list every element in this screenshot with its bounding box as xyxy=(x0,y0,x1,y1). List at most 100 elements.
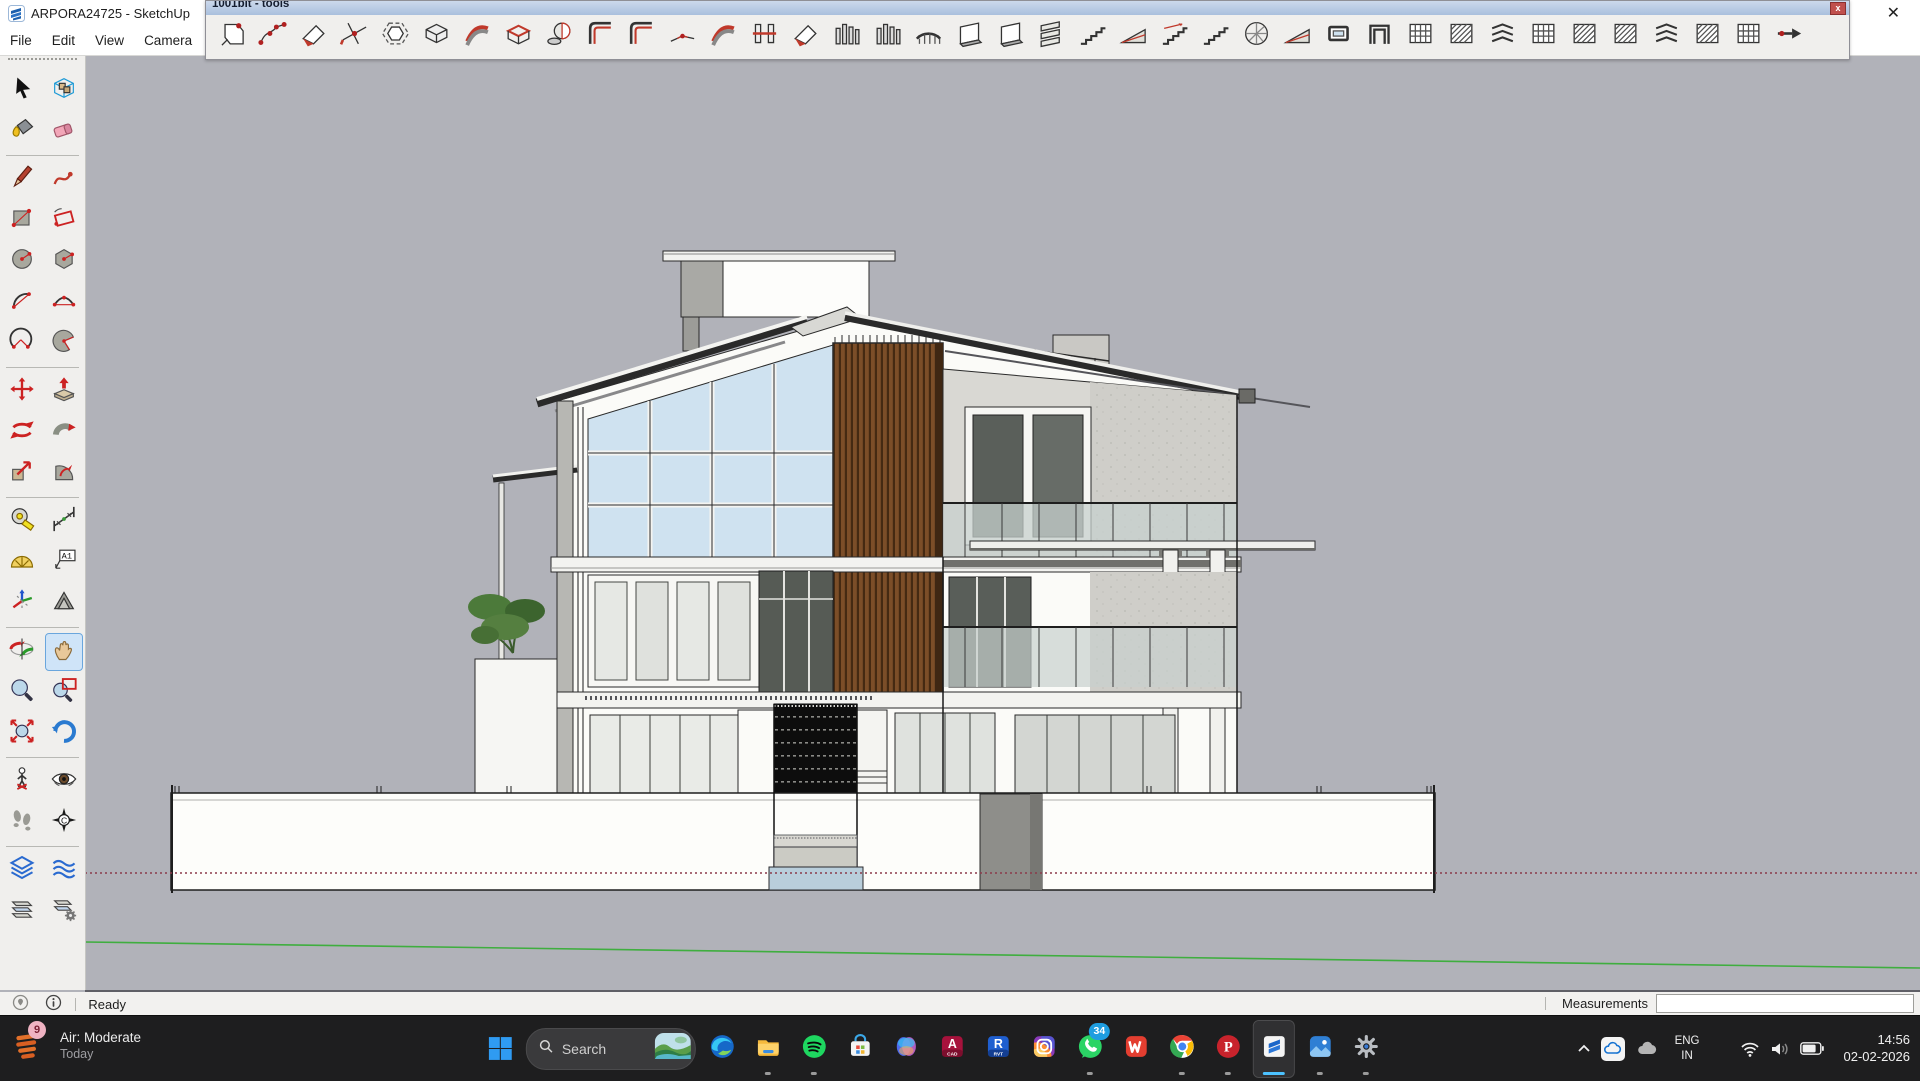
position-camera-tool-button[interactable] xyxy=(4,764,40,800)
1001bit-tool-11-button[interactable] xyxy=(622,17,660,55)
1001bit-tool-12-button[interactable] xyxy=(663,17,701,55)
1001bit-tool-31-button[interactable] xyxy=(1442,17,1480,55)
1001bit-tool-39-button[interactable] xyxy=(1770,17,1808,55)
waves-tool-button[interactable] xyxy=(46,853,82,889)
taskbar-pinterest-button[interactable]: P xyxy=(1208,1021,1248,1077)
taskbar-photos-button[interactable] xyxy=(1300,1021,1340,1077)
menu-camera[interactable]: Camera xyxy=(134,28,202,48)
line-tool-button[interactable] xyxy=(4,162,40,198)
view-compass-tool-button[interactable]: C xyxy=(46,805,82,841)
taskbar-microsoft-store-button[interactable] xyxy=(840,1021,880,1077)
1001bit-tool-1-button[interactable] xyxy=(212,17,250,55)
menu-edit[interactable]: Edit xyxy=(42,28,85,48)
onedrive-cloud-icon[interactable] xyxy=(1601,1037,1625,1061)
taskbar-instagram-button[interactable] xyxy=(1024,1021,1064,1077)
previous-view-tool-button[interactable] xyxy=(46,716,82,752)
1001bit-tool-34-button[interactable] xyxy=(1565,17,1603,55)
1001bit-tool-6-button[interactable] xyxy=(417,17,455,55)
1001bit-tool-19-button[interactable] xyxy=(950,17,988,55)
1001bit-tool-21-button[interactable] xyxy=(1032,17,1070,55)
1001bit-tool-14-button[interactable] xyxy=(745,17,783,55)
freehand-tool-button[interactable] xyxy=(46,162,82,198)
zoom-window-tool-button[interactable] xyxy=(46,675,82,711)
1001bit-tool-35-button[interactable] xyxy=(1606,17,1644,55)
menu-view[interactable]: View xyxy=(85,28,134,48)
taskbar-settings-button[interactable] xyxy=(1346,1021,1386,1077)
geolocation-icon[interactable] xyxy=(12,994,29,1016)
1001bit-tool-29-button[interactable] xyxy=(1360,17,1398,55)
tape-measure-tool-button[interactable] xyxy=(4,504,40,540)
1001bit-tool-37-button[interactable] xyxy=(1688,17,1726,55)
taskbar-edge-button[interactable] xyxy=(702,1021,742,1077)
tray-chevron-up-icon[interactable] xyxy=(1577,1042,1591,1056)
plugin-toolbar-titlebar[interactable]: 1001bit - tools x xyxy=(206,1,1849,15)
rotate-tool-button[interactable] xyxy=(4,415,40,451)
look-around-tool-button[interactable] xyxy=(46,764,82,800)
axes-tool-button[interactable] xyxy=(4,586,40,622)
palette-drag-handle[interactable] xyxy=(8,58,77,66)
pan-tool-button[interactable] xyxy=(46,634,82,670)
1001bit-tool-15-button[interactable] xyxy=(786,17,824,55)
1001bit-tool-4-button[interactable] xyxy=(335,17,373,55)
taskbar-weather-widget[interactable]: 9 Air: Moderate Today xyxy=(12,1025,141,1065)
taskbar-whatsapp-button[interactable]: 34 xyxy=(1070,1021,1110,1077)
1001bit-tool-36-button[interactable] xyxy=(1647,17,1685,55)
two-point-arc-tool-button[interactable] xyxy=(46,285,82,321)
rotated-rectangle-tool-button[interactable] xyxy=(46,203,82,239)
taskbar-chrome-button[interactable] xyxy=(1162,1021,1202,1077)
taskbar-autocad-button[interactable]: ACAD xyxy=(932,1021,972,1077)
1001bit-tool-38-button[interactable] xyxy=(1729,17,1767,55)
battery-icon[interactable] xyxy=(1800,1042,1824,1055)
stack-layers-tool-button[interactable] xyxy=(4,894,40,930)
push-pull-tool-button[interactable] xyxy=(46,374,82,410)
volume-icon[interactable] xyxy=(1770,1041,1790,1057)
1001bit-tool-26-button[interactable] xyxy=(1237,17,1275,55)
1001bit-tool-32-button[interactable] xyxy=(1483,17,1521,55)
make-component-tool-button[interactable] xyxy=(46,73,82,109)
dimension-tool-button[interactable] xyxy=(46,504,82,540)
1001bit-tool-24-button[interactable] xyxy=(1155,17,1193,55)
1001bit-tool-7-button[interactable] xyxy=(458,17,496,55)
text-tool-button[interactable]: A1 xyxy=(46,545,82,581)
polygon-tool-button[interactable] xyxy=(46,244,82,280)
orbit-tool-button[interactable] xyxy=(4,634,40,670)
window-close-button[interactable]: ✕ xyxy=(1887,4,1900,24)
1001bit-tool-8-button[interactable] xyxy=(499,17,537,55)
1001bit-tool-22-button[interactable] xyxy=(1073,17,1111,55)
plugin-toolbar-close-button[interactable]: x xyxy=(1830,2,1846,15)
1001bit-tool-23-button[interactable] xyxy=(1114,17,1152,55)
zoom-tool-button[interactable] xyxy=(4,675,40,711)
pie-tool-button[interactable] xyxy=(46,326,82,362)
arc-tool-button[interactable] xyxy=(4,285,40,321)
offset-tool-button[interactable] xyxy=(46,456,82,492)
model-viewport[interactable] xyxy=(85,55,1920,992)
three-point-arc-tool-button[interactable] xyxy=(4,326,40,362)
select-tool-button[interactable] xyxy=(4,73,40,109)
info-icon[interactable] xyxy=(45,994,62,1016)
1001bit-tool-3-button[interactable] xyxy=(294,17,332,55)
1001bit-tool-27-button[interactable] xyxy=(1278,17,1316,55)
rectangle-tool-button[interactable] xyxy=(4,203,40,239)
taskbar-revit-button[interactable]: RRVT xyxy=(978,1021,1018,1077)
taskbar-sketchup-button[interactable] xyxy=(1254,1021,1294,1077)
taskbar-wps-office-button[interactable] xyxy=(1116,1021,1156,1077)
measurements-input[interactable] xyxy=(1656,994,1914,1013)
protractor-tool-button[interactable] xyxy=(4,545,40,581)
zoom-extents-tool-button[interactable] xyxy=(4,716,40,752)
walk-tool-button[interactable] xyxy=(4,805,40,841)
taskbar-spotify-button[interactable] xyxy=(794,1021,834,1077)
1001bit-tool-20-button[interactable] xyxy=(991,17,1029,55)
menu-file[interactable]: File xyxy=(0,28,42,48)
stack-gear-tool-button[interactable] xyxy=(46,894,82,930)
1001bit-tool-33-button[interactable] xyxy=(1524,17,1562,55)
move-tool-button[interactable] xyxy=(4,374,40,410)
1001bit-tool-10-button[interactable] xyxy=(581,17,619,55)
taskbar-file-explorer-button[interactable] xyxy=(748,1021,788,1077)
taskbar-search[interactable]: Search xyxy=(526,1028,696,1070)
1001bit-tool-17-button[interactable] xyxy=(868,17,906,55)
layers-blue-tool-button[interactable] xyxy=(4,853,40,889)
1001bit-tool-30-button[interactable] xyxy=(1401,17,1439,55)
language-indicator[interactable]: ENG IN xyxy=(1675,1034,1700,1063)
wifi-icon[interactable] xyxy=(1740,1041,1760,1057)
1001bit-tool-13-button[interactable] xyxy=(704,17,742,55)
